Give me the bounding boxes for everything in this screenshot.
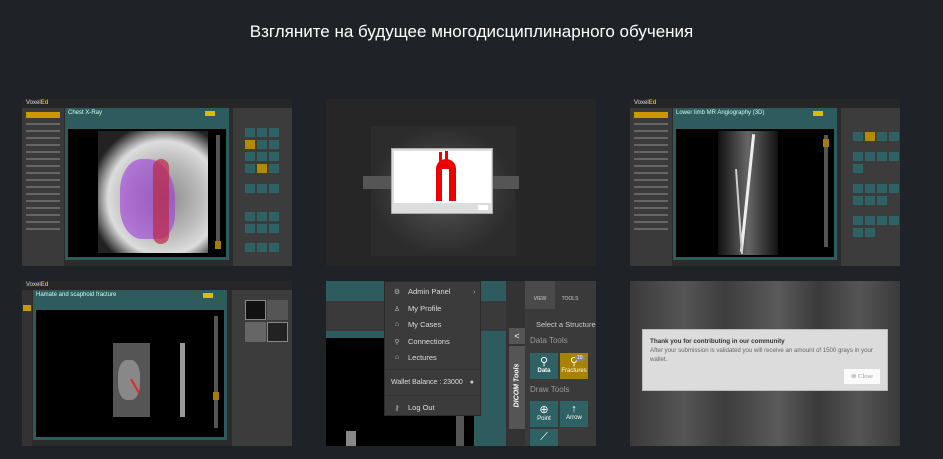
menu-item-my-profile[interactable]: ♙ My Profile	[393, 304, 441, 313]
share-icon[interactable]: <	[509, 328, 525, 344]
gallery-tile-lower-limb[interactable]: VoxelEd Lower limb MR Angiography (3D)	[630, 99, 900, 266]
logo: VoxelEd	[634, 100, 657, 106]
home-icon: ⌂	[394, 321, 400, 328]
menu-item-lectures[interactable]: ⌂ Lectures	[393, 353, 437, 362]
contribution-dialog: Thank you for contributing in our commun…	[642, 329, 888, 391]
arrow-tool-button[interactable]: ↑ Arrow	[560, 401, 588, 427]
data-tool-button[interactable]: ⚲ Data	[530, 353, 558, 379]
menu-item-connections[interactable]: ⚲ Connections	[393, 337, 449, 346]
dialog-message: After your submission is validated you w…	[650, 347, 873, 363]
tools-panel	[233, 108, 292, 266]
icon-sidebar	[22, 290, 32, 446]
gallery-tile-hamate-fracture[interactable]: VoxelEd Hamate and scaphoid fracture	[22, 281, 292, 446]
polyline-icon: ⟋	[540, 431, 548, 443]
viewer-panel: Hamate and scaphoid fracture	[33, 290, 227, 440]
user-icon: ♙	[393, 305, 401, 313]
section-label: Data Tools	[530, 336, 568, 345]
tools-panel: VIEW TOOLS Select a Structure Data Tools…	[525, 281, 596, 446]
gallery-tile-dicom-tools[interactable]: ⚙ Admin Panel › ♙ My Profile ⌂ My Cases ⚲ Con…	[326, 281, 596, 446]
structure-select[interactable]: Select a Structure	[536, 320, 596, 329]
wallet-balance: Wallet Balance : 23000 ●	[391, 379, 474, 386]
menu-item-log-out[interactable]: ⚷ Log Out	[393, 403, 434, 412]
series-panel	[232, 290, 292, 446]
logo: VoxelEd	[26, 100, 49, 106]
gallery-tile-chest-xray[interactable]: VoxelEd Chest X-Ray	[22, 99, 292, 266]
viewer-panel: Lower limb MR Angiography (3D)	[673, 108, 837, 260]
dicom-tools-tab[interactable]: DICOM Tools	[509, 346, 525, 429]
pin-icon: ⚲	[539, 356, 549, 368]
logo: VoxelEd	[26, 282, 49, 288]
count-badge: 10	[575, 355, 585, 361]
line-tool-button[interactable]: ⟋	[530, 429, 558, 446]
diagram-modal	[391, 148, 493, 214]
case-title: Chest X-Ray	[68, 110, 103, 116]
modal-close-button[interactable]	[478, 205, 488, 210]
image-viewport[interactable]	[36, 310, 224, 437]
page-heading: Взгляните на будущее многодисциплинарног…	[249, 22, 694, 41]
app-topbar	[22, 99, 292, 108]
gallery-tile-contribution[interactable]: Thank you for contributing in our commun…	[630, 281, 900, 446]
arrow-up-icon: ↑	[571, 403, 577, 415]
crosshair-icon: ⊕	[539, 404, 549, 416]
aorta-diagram	[436, 159, 456, 201]
fractures-tool-button[interactable]: ⚲ Fractures 10	[560, 353, 588, 379]
key-icon: ⚷	[394, 404, 400, 412]
case-title: Lower limb MR Angiography (3D)	[676, 110, 765, 116]
user-menu: ⚙ Admin Panel › ♙ My Profile ⌂ My Cases ⚲ Con…	[384, 281, 481, 416]
viewer-panel: Chest X-Ray	[65, 108, 229, 260]
coin-icon: ●	[469, 379, 474, 386]
home-icon: ⌂	[394, 354, 400, 361]
close-button[interactable]: ⊗ Close	[844, 369, 880, 384]
app-topbar	[630, 99, 900, 108]
section-label: Draw Tools	[530, 385, 570, 394]
sidebar	[22, 108, 64, 266]
link-icon: ⚲	[394, 338, 400, 346]
chevron-right-icon: ›	[473, 287, 476, 296]
gallery-tile-aorta[interactable]	[326, 99, 596, 266]
tab-tools[interactable]: TOOLS	[555, 281, 585, 309]
menu-item-my-cases[interactable]: ⌂ My Cases	[393, 320, 441, 329]
menu-item-admin-panel[interactable]: ⚙ Admin Panel ›	[393, 287, 476, 296]
tools-panel	[841, 108, 900, 266]
gear-icon: ⚙	[393, 288, 401, 296]
tab-view[interactable]: VIEW	[525, 281, 555, 309]
point-tool-button[interactable]: ⊕ Point	[530, 401, 558, 427]
sidebar	[630, 108, 672, 266]
image-viewport[interactable]	[676, 129, 834, 257]
app-topbar	[22, 281, 292, 290]
dialog-title: Thank you for contributing in our commun…	[650, 338, 785, 345]
case-title: Hamate and scaphoid fracture	[36, 292, 117, 298]
image-viewport[interactable]	[68, 129, 226, 257]
